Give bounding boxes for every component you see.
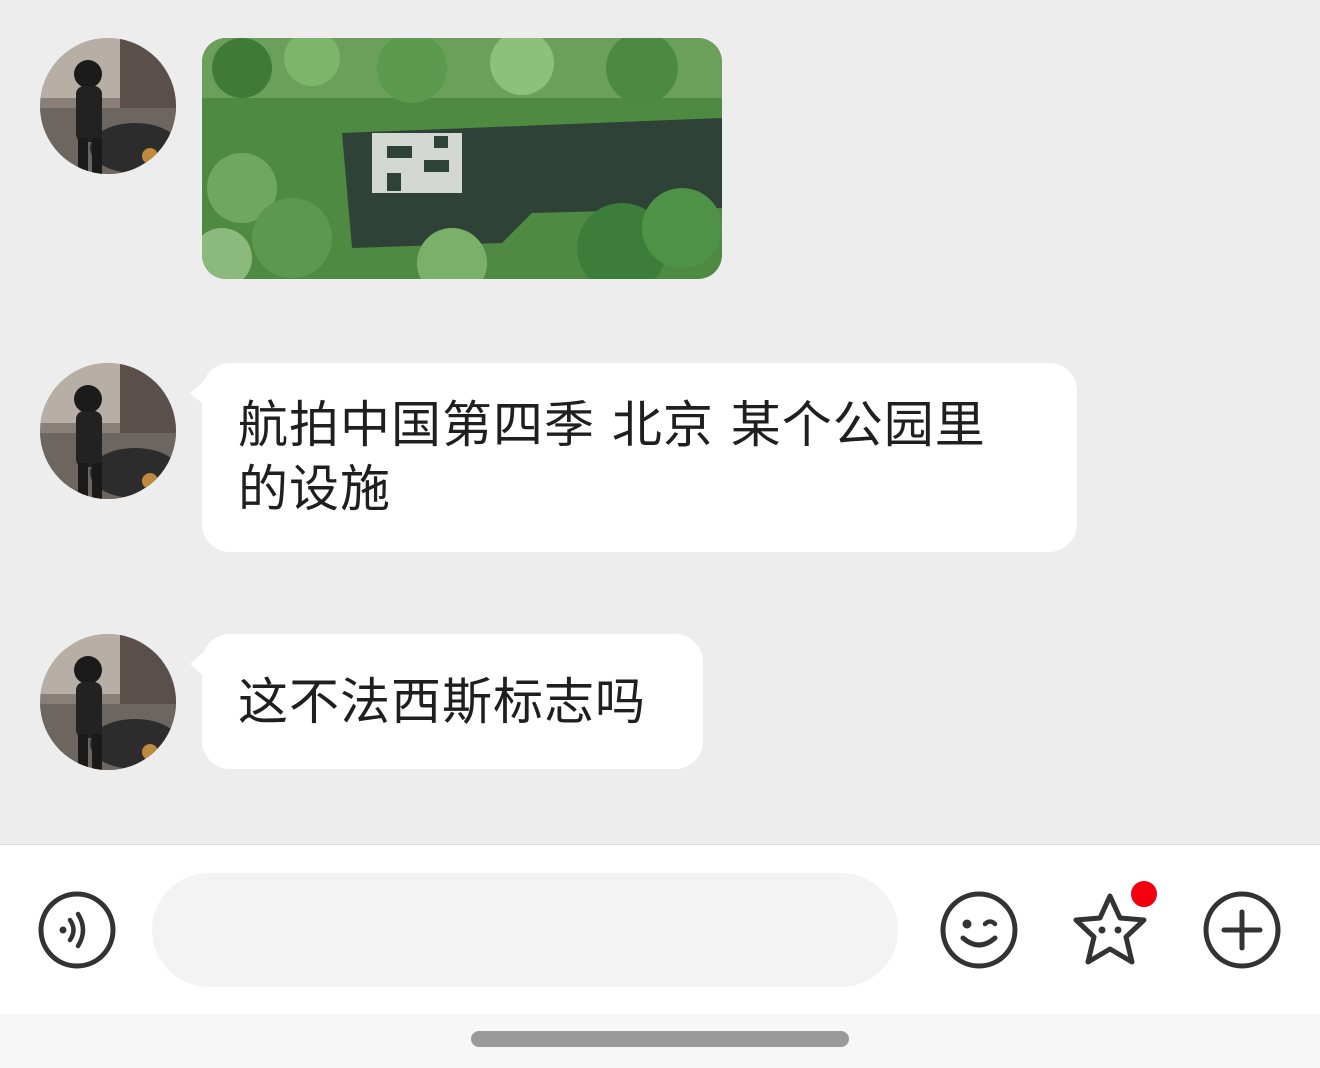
message-text-line: 航拍中国第四季 北京 某个公园里 [238, 396, 986, 454]
message-row: 这不法西斯标志吗 [40, 634, 720, 770]
emoji-icon[interactable] [939, 890, 1019, 970]
home-area [0, 1014, 1320, 1068]
message-bubble[interactable]: 航拍中国第四季 北京 某个公园里 的设施 [190, 363, 1077, 552]
notification-badge [1128, 878, 1160, 910]
message-list[interactable]: 航拍中国第四季 北京 某个公园里 的设施 这不法西斯标志吗 [0, 0, 1320, 844]
message-row [40, 38, 740, 279]
avatar[interactable] [40, 363, 176, 499]
home-indicator[interactable] [471, 1031, 849, 1047]
avatar[interactable] [40, 38, 176, 174]
plus-icon[interactable] [1202, 890, 1282, 970]
input-bar [0, 844, 1320, 1015]
avatar[interactable] [40, 634, 176, 770]
message-row: 航拍中国第四季 北京 某个公园里 的设施 [40, 363, 1080, 553]
message-bubble[interactable]: 这不法西斯标志吗 [190, 634, 703, 769]
message-text-line: 这不法西斯标志吗 [238, 673, 646, 731]
shared-photo[interactable] [202, 38, 722, 279]
chat-screen: 航拍中国第四季 北京 某个公园里 的设施 这不法西斯标志吗 [0, 0, 1320, 1068]
message-text-line: 的设施 [238, 460, 391, 518]
message-input[interactable] [152, 873, 898, 987]
voice-icon[interactable] [37, 890, 117, 970]
